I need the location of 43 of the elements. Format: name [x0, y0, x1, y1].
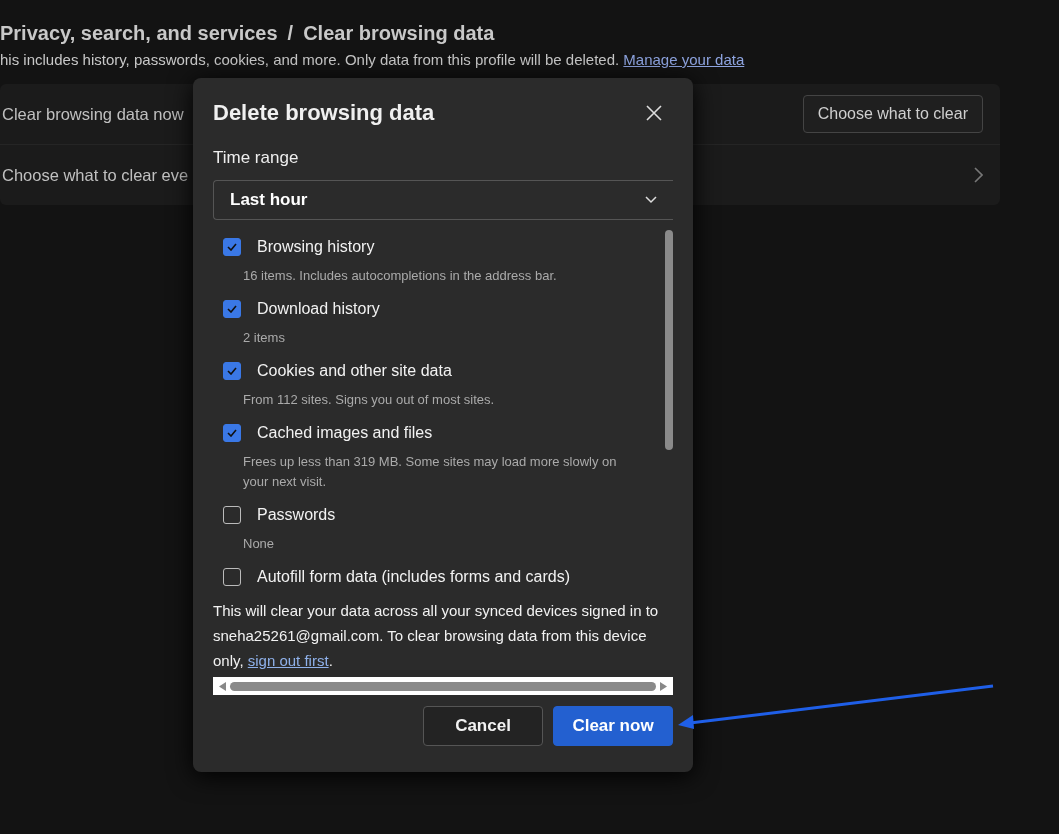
- option-description: None: [243, 535, 276, 553]
- choose-button[interactable]: Choose what to clear: [802, 95, 983, 133]
- option-label: Autofill form data (includes forms and cards): [257, 568, 570, 586]
- check-icon: [227, 243, 237, 251]
- checkbox[interactable]: [223, 300, 241, 318]
- option-label: Download history: [257, 300, 380, 318]
- option-label: Cookies and other site data: [257, 362, 452, 380]
- checkbox[interactable]: [223, 568, 241, 586]
- setting-label: Clear browsing data now: [2, 104, 184, 124]
- checkbox[interactable]: [223, 238, 241, 256]
- clear-now-button[interactable]: Clear now: [553, 706, 673, 746]
- dialog-title: Delete browsing data: [213, 100, 435, 126]
- left-arrow-icon: [219, 681, 226, 691]
- breadcrumb-link[interactable]: Privacy, search, and services: [0, 22, 278, 45]
- sync-notice: This will clear your data across all your synced devices signed in to sneha25261@gmail.com. To clear browsing data from this device only, sign out first.: [213, 601, 660, 671]
- cancel-button[interactable]: Cancel: [423, 706, 543, 746]
- option-label: Browsing history: [257, 238, 375, 256]
- check-icon: [227, 367, 237, 375]
- horizontal-scrollbar[interactable]: [213, 677, 673, 695]
- chevron-icon: [973, 167, 983, 183]
- caret-icon: [645, 196, 657, 204]
- field-label: Time range: [213, 148, 300, 168]
- option-description: 16 items. Includes autocompletions in the address bar.: [243, 267, 558, 285]
- option-label: Passwords: [257, 506, 336, 524]
- time-range-dropdown[interactable]: Last hour: [213, 180, 673, 220]
- sign-out-link[interactable]: sign out first: [247, 652, 329, 669]
- option-label: Cached images and files: [257, 424, 433, 442]
- checkbox[interactable]: [223, 506, 241, 524]
- option-description: From 112 sites. Signs you out of most sites.: [243, 391, 496, 409]
- breadcrumb-separator: /: [287, 22, 294, 45]
- check-icon: [227, 305, 237, 313]
- check-icon: [227, 429, 237, 437]
- page-description: his includes history, passwords, cookies, and more. Only data from this profile will be deleted. Manage your data: [0, 51, 746, 68]
- scrollbar-thumb[interactable]: [665, 230, 673, 450]
- checkbox[interactable]: [223, 362, 241, 380]
- option-description: Frees up less than 319 MB. Some sites may load more slowly on your next visit.: [243, 453, 618, 491]
- checkbox[interactable]: [223, 424, 241, 442]
- close-icon[interactable]: [645, 104, 663, 122]
- page-title: Clear browsing data: [303, 22, 495, 45]
- right-arrow-icon: [660, 681, 667, 691]
- option-description: 2 items: [243, 329, 286, 347]
- setting-label: Choose what to clear eve: [2, 165, 189, 185]
- manage-data-link[interactable]: Manage your data: [623, 51, 745, 68]
